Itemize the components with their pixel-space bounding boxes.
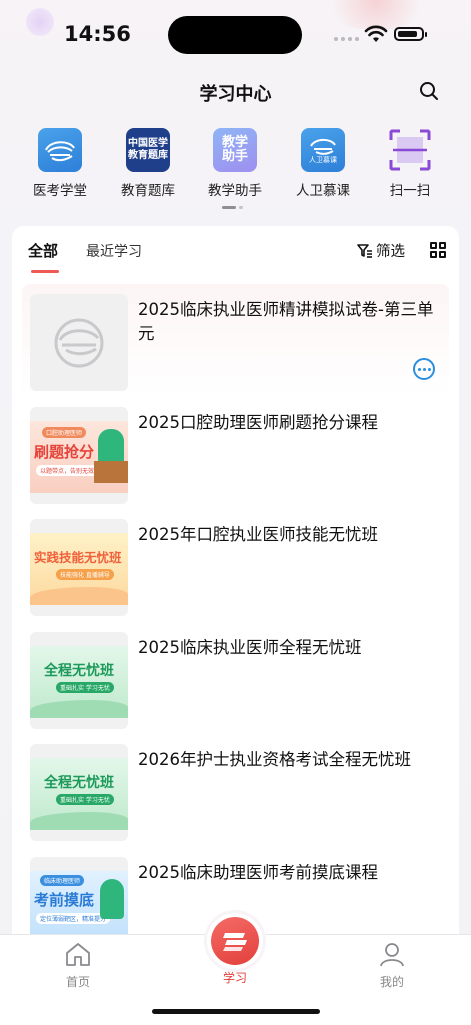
wifi-icon [364, 25, 388, 42]
home-indicator [152, 1009, 320, 1014]
home-icon [66, 943, 90, 966]
banner-wave [30, 699, 128, 718]
scan-icon [388, 128, 432, 172]
thumb-tag: 临床助理医师 [40, 874, 85, 886]
quick-link-yikao[interactable]: 医考学堂 [17, 128, 103, 199]
nav-study[interactable] [207, 913, 263, 969]
thumb-subline: 定位薄弱靶区，精准提分 [36, 912, 111, 924]
quick-link-question-bank[interactable]: 中国医学 教育题库 教育题库 [105, 128, 191, 199]
thumb-headline: 考前摸底 [34, 890, 95, 909]
banner-wave [30, 812, 128, 830]
tab-active-indicator [31, 270, 59, 273]
icon-text: 助手 [221, 149, 248, 164]
course-title: 2025年口腔执业医师技能无忧班 [138, 525, 378, 544]
nav-label: 我的 [379, 975, 404, 989]
filter-label: 筛选 [376, 244, 405, 260]
icon-text: 中国医学 [128, 138, 168, 149]
tab-bar: 全部 最近学习 筛选 [12, 226, 459, 282]
course-title: 2026年护士执业资格考试全程无忧班 [138, 750, 411, 769]
quick-link-mooc[interactable]: 人卫慕课 人卫慕课 [280, 128, 366, 199]
thumb-subline: 重础扎实 学习无忧 [56, 681, 114, 693]
thumb-tag: 口腔助理医师 [42, 426, 87, 438]
mascot-image [100, 878, 124, 919]
question-bank-icon: 中国医学 教育题库 [126, 128, 170, 172]
course-title: 2025临床执业医师全程无忧班 [138, 637, 362, 657]
grid-view-icon[interactable] [430, 242, 446, 258]
quick-link-scan[interactable]: 扫一扫 [367, 128, 453, 199]
quick-link-teaching-assistant[interactable]: 教学 助手 教学助手 [192, 128, 278, 199]
course-thumbnail: 全程无忧班 重础扎实 学习无忧 [30, 631, 128, 729]
tab-all[interactable]: 全部 [28, 240, 58, 261]
course-title: 2025临床执业医师精讲模拟试卷-第三单元 [138, 300, 434, 343]
nav-label[interactable]: 学习 [195, 969, 275, 986]
course-item[interactable]: 全程无忧班 重础扎实 学习无忧 2025临床执业医师全程无忧班 [22, 622, 449, 735]
status-time: 14:56 [64, 22, 131, 46]
dynamic-island [168, 16, 302, 54]
course-list: 2025临床执业医师精讲模拟试卷-第三单元 口腔助理医师 刷题抢分 以题带点，告… [12, 284, 459, 946]
page-title: 学习中心 [199, 84, 272, 105]
battery-icon [394, 27, 427, 41]
status-bar: 14:56 [0, 0, 471, 70]
course-list-card: 全部 最近学习 筛选 2025临床执业医师精讲模拟试卷-第三单元 口腔助理医师 … [12, 226, 459, 946]
course-title: 2025临床助理医师考前摸底课程 [138, 862, 378, 882]
mooc-icon: 人卫慕课 [301, 128, 345, 172]
nav-profile[interactable]: 我的 [352, 941, 432, 990]
placeholder-logo-icon [54, 318, 104, 367]
user-icon [380, 943, 404, 967]
quick-links: 医考学堂 中国医学 教育题库 教育题库 教学 助手 教学助手 人卫慕课 人卫慕课 [0, 128, 471, 208]
quick-link-label: 扫一扫 [389, 183, 431, 199]
banner-wave [30, 587, 128, 605]
filter-button[interactable]: 筛选 [357, 240, 405, 261]
course-item[interactable]: 实践技能无忧班 技能强化 直播辅导 2025年口腔执业医师技能无忧班 [22, 509, 449, 622]
course-thumbnail: 口腔助理医师 刷题抢分 以题带点，告别无效刷题 [30, 406, 128, 504]
course-item[interactable]: 2025临床执业医师精讲模拟试卷-第三单元 [22, 284, 449, 397]
quick-link-label: 教学助手 [208, 183, 262, 199]
icon-text: 人卫慕课 [309, 156, 337, 164]
thumb-headline: 全程无忧班 [44, 775, 114, 791]
quick-link-label: 人卫慕课 [296, 183, 350, 199]
thumb-headline: 实践技能无忧班 [34, 550, 122, 565]
teaching-assistant-icon: 教学 助手 [213, 128, 257, 172]
course-thumbnail [30, 294, 128, 391]
thumb-subline: 技能强化 直播辅导 [56, 569, 114, 580]
course-title: 2025口腔助理医师刷题抢分课程 [138, 412, 378, 432]
more-options-icon[interactable] [413, 358, 435, 380]
study-icon [211, 917, 259, 965]
course-thumbnail: 临床助理医师 考前摸底 定位薄弱靶区，精准提分 [30, 856, 128, 946]
mascot-desk [94, 460, 128, 483]
course-item[interactable]: 全程无忧班 重础扎实 学习无忧 2026年护士执业资格考试全程无忧班 [22, 734, 449, 847]
signal-icon [334, 37, 359, 41]
nav-label: 首页 [65, 975, 90, 989]
quick-link-label: 教育题库 [121, 183, 175, 199]
course-thumbnail: 全程无忧班 重础扎实 学习无忧 [30, 744, 128, 841]
quick-link-label: 医考学堂 [33, 183, 87, 199]
filter-icon [357, 243, 372, 258]
page-indicator [222, 206, 243, 209]
icon-text: 教育题库 [128, 150, 168, 161]
course-item[interactable]: 口腔助理医师 刷题抢分 以题带点，告别无效刷题 2025口腔助理医师刷题抢分课程 [22, 397, 449, 510]
thumb-subline: 重础扎实 学习无忧 [56, 794, 114, 805]
icon-text: 教学 [221, 135, 248, 150]
yikao-logo-icon [38, 128, 82, 172]
nav-home[interactable]: 首页 [38, 941, 118, 990]
thumb-headline: 全程无忧班 [44, 662, 114, 679]
search-icon[interactable] [418, 80, 440, 102]
thumb-headline: 刷题抢分 [34, 442, 95, 461]
tab-recent[interactable]: 最近学习 [86, 241, 142, 261]
course-thumbnail: 实践技能无忧班 技能强化 直播辅导 [30, 519, 128, 616]
